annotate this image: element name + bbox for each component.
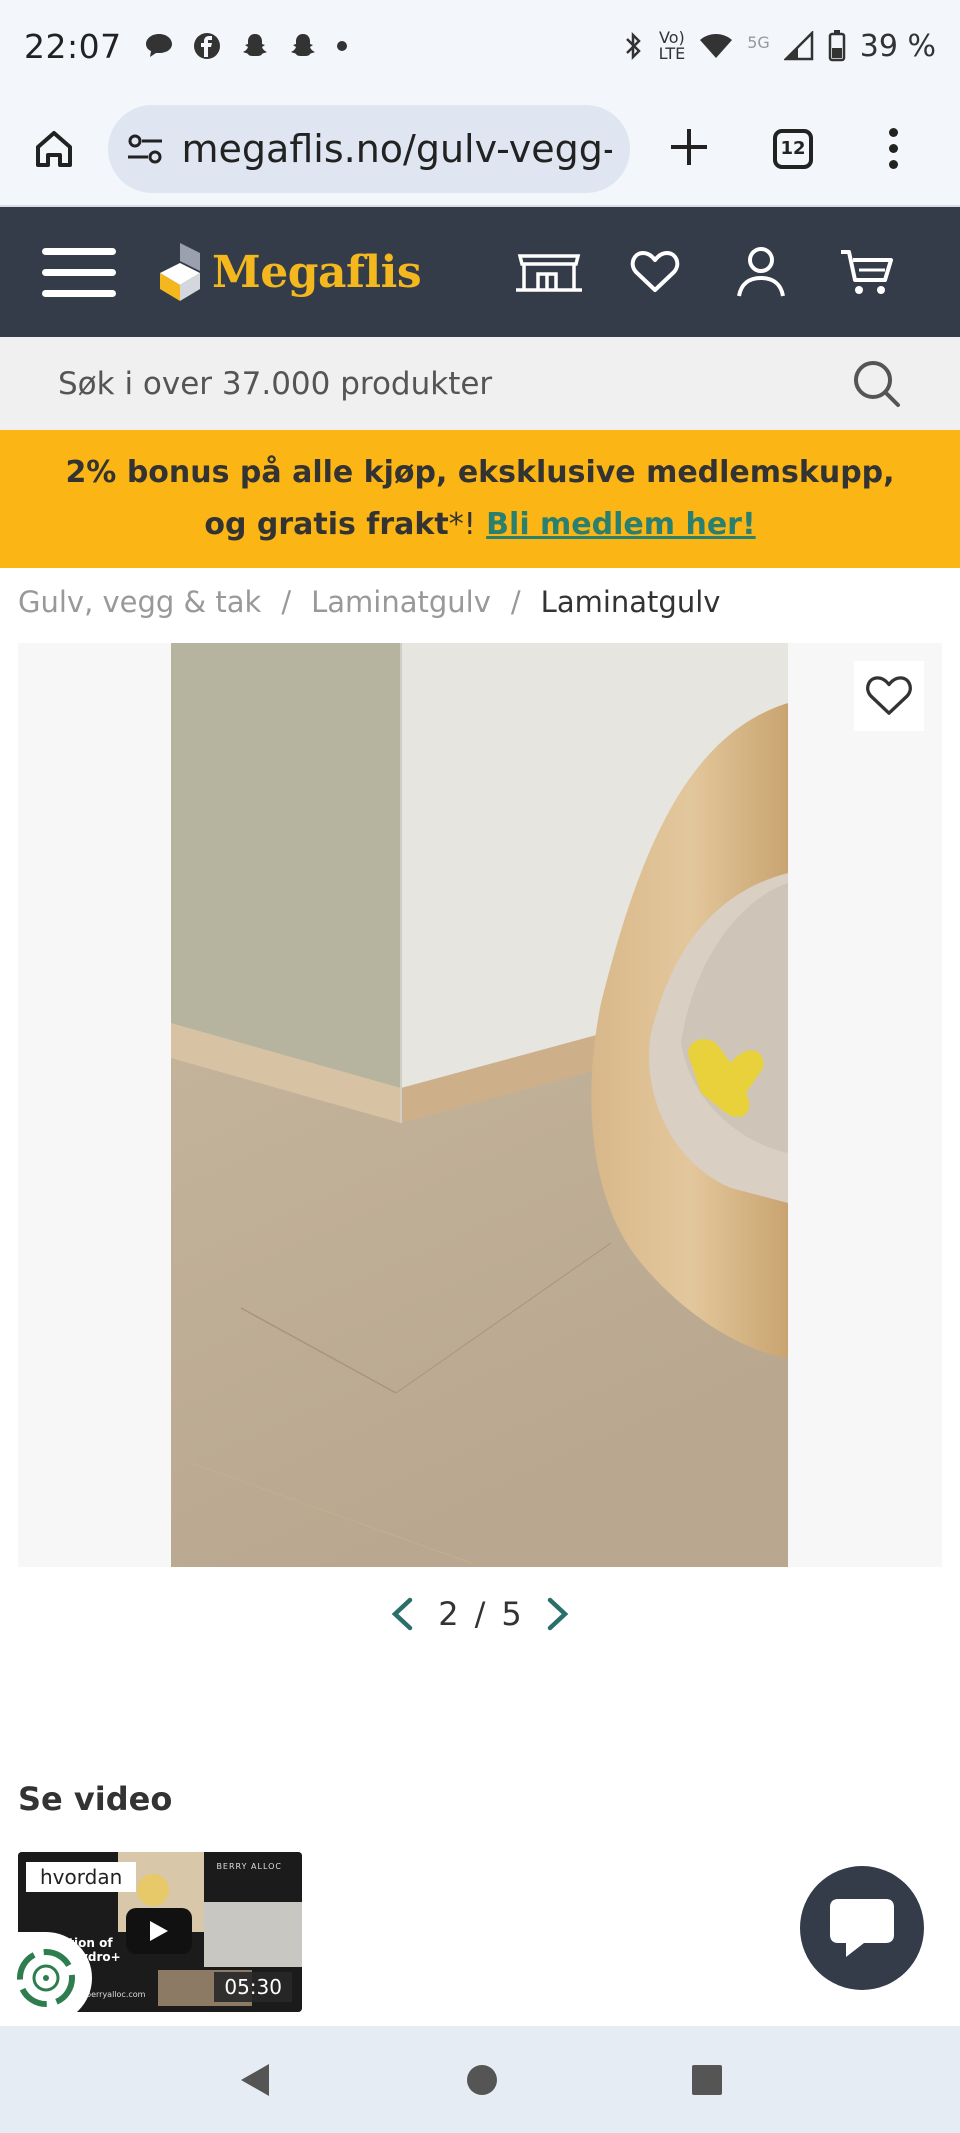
product-image-gallery[interactable] xyxy=(18,643,942,1567)
lte-label: LTE xyxy=(658,44,686,63)
tab-count: 12 xyxy=(773,128,813,169)
logo-cube-icon xyxy=(160,243,200,301)
eco-badge[interactable] xyxy=(0,1932,92,2024)
battery-level: 39 % xyxy=(859,28,936,64)
wishlist-button[interactable] xyxy=(602,250,708,294)
facebook-icon xyxy=(193,33,220,59)
volte-indicator: Vo) LTE xyxy=(659,30,686,62)
logo-text: Megaflis xyxy=(212,246,422,298)
battery-icon xyxy=(828,30,846,62)
user-icon xyxy=(737,247,785,297)
breadcrumb-item-laminatgulv[interactable]: Laminatgulv xyxy=(311,585,491,619)
heart-icon xyxy=(630,251,680,292)
hamburger-line xyxy=(42,289,116,297)
become-member-link[interactable]: Bli medlem her! xyxy=(486,507,755,542)
snapchat-icon xyxy=(242,34,267,56)
chevron-right-icon xyxy=(547,1597,569,1631)
browser-menu-button[interactable] xyxy=(838,128,948,169)
product-image xyxy=(171,643,788,1567)
current-image-number: 2 xyxy=(438,1595,459,1633)
bluetooth-icon xyxy=(625,31,641,61)
previous-image-button[interactable] xyxy=(382,1597,422,1631)
signal-icon xyxy=(783,31,814,61)
pager-separator: / xyxy=(474,1595,486,1633)
status-indicators: Vo) LTE 5G 39 % xyxy=(621,29,936,64)
total-images: 5 xyxy=(501,1595,522,1633)
chat-icon xyxy=(830,1899,894,1957)
url-bar[interactable]: megaflis.no/gulv-vegg- xyxy=(108,104,630,193)
video-tag: hvordan xyxy=(26,1862,137,1892)
heart-icon xyxy=(866,676,912,715)
video-duration: 05:30 xyxy=(214,1972,292,2002)
chat-button[interactable] xyxy=(800,1866,924,1990)
breadcrumb: Gulv, vegg & tak / Laminatgulv / Laminat… xyxy=(18,585,720,619)
status-bar: 22:07 Vo) LTE 5G 39 % xyxy=(0,0,960,92)
home-icon xyxy=(36,130,72,167)
status-time: 22:07 xyxy=(24,26,122,66)
site-settings-icon[interactable] xyxy=(126,132,170,166)
tab-switcher-button[interactable]: 12 xyxy=(748,128,838,169)
notification-icons xyxy=(144,31,348,61)
promo-line-2: og gratis frakt*! Bli medlem her! xyxy=(204,499,755,551)
gallery-pager: 2 / 5 xyxy=(0,1595,960,1633)
url-text: megaflis.no/gulv-vegg- xyxy=(181,126,612,171)
site-logo[interactable]: Megaflis xyxy=(156,241,422,303)
promo-line-2-text: og gratis frakt xyxy=(204,507,449,542)
membership-promo-banner: 2% bonus på alle kjøp, eksklusive medlem… xyxy=(0,430,960,568)
store-icon xyxy=(516,254,582,292)
browser-home-button[interactable] xyxy=(0,127,108,171)
breadcrumb-separator: / xyxy=(510,585,521,619)
breadcrumb-current: Laminatgulv xyxy=(540,585,721,619)
wifi-icon xyxy=(700,34,733,58)
site-header: Megaflis xyxy=(0,207,960,337)
search-icon[interactable] xyxy=(852,359,902,409)
header-actions xyxy=(496,246,920,298)
hamburger-line xyxy=(42,268,116,276)
play-button[interactable] xyxy=(126,1908,192,1954)
dot-icon xyxy=(336,41,347,51)
chat-bubble-icon xyxy=(145,34,172,57)
add-to-favorites-button[interactable] xyxy=(854,661,924,731)
search-bar xyxy=(0,337,960,430)
search-input[interactable] xyxy=(58,365,852,402)
video-section-title: Se video xyxy=(18,1780,173,1818)
promo-asterisk: *! xyxy=(448,507,476,542)
cart-button[interactable] xyxy=(814,246,920,298)
recycle-icon xyxy=(17,1949,75,2007)
back-icon[interactable] xyxy=(235,2060,275,2100)
recents-icon[interactable] xyxy=(689,2062,725,2098)
home-circle-icon[interactable] xyxy=(464,2062,500,2098)
hamburger-menu-button[interactable] xyxy=(42,247,116,297)
breadcrumb-item-gulv-vegg-tak[interactable]: Gulv, vegg & tak xyxy=(18,585,261,619)
menu-dot xyxy=(888,128,898,137)
hamburger-line xyxy=(42,247,116,255)
chevron-left-icon xyxy=(391,1597,413,1631)
menu-dot xyxy=(888,144,898,153)
account-button[interactable] xyxy=(708,246,814,298)
showroom-button[interactable] xyxy=(496,250,602,294)
new-tab-button[interactable] xyxy=(630,116,748,181)
android-navigation-bar xyxy=(0,2026,960,2133)
browser-toolbar: megaflis.no/gulv-vegg- 12 xyxy=(0,92,960,207)
snapchat-icon xyxy=(290,34,315,56)
play-icon xyxy=(150,1921,168,1941)
breadcrumb-separator: / xyxy=(281,585,292,619)
cart-icon xyxy=(841,250,893,294)
video-site-text: berryalloc.com xyxy=(86,1990,146,1999)
next-image-button[interactable] xyxy=(538,1597,578,1631)
plus-icon xyxy=(671,129,707,165)
menu-dot xyxy=(888,160,898,169)
promo-line-1: 2% bonus på alle kjøp, eksklusive medlem… xyxy=(65,455,895,490)
video-brand-text: BERRY ALLOC xyxy=(216,1862,282,1871)
5g-label: 5G xyxy=(747,32,770,52)
